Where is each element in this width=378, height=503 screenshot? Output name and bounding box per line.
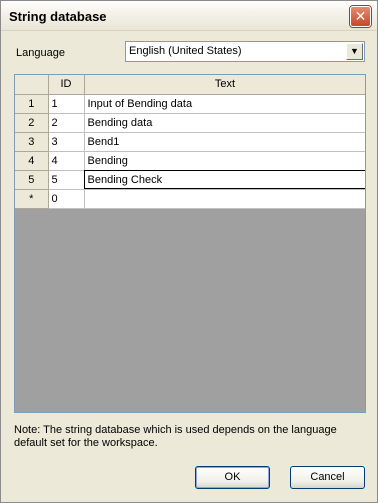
corner-header[interactable] [15, 75, 49, 95]
id-cell[interactable]: 1 [48, 94, 85, 114]
text-cell[interactable]: Bend1 [84, 132, 365, 152]
row-header[interactable]: 3 [15, 132, 49, 152]
column-header-id[interactable]: ID [48, 75, 85, 95]
table-row-active[interactable]: 5 5 Bending Check [15, 170, 365, 190]
title-bar[interactable]: String database ✕ [1, 1, 377, 31]
id-cell[interactable]: 4 [48, 151, 85, 171]
text-cell-editing[interactable]: Bending Check [84, 170, 365, 190]
table-row[interactable]: 2 2 Bending data [15, 113, 365, 133]
id-cell[interactable]: 0 [48, 189, 85, 209]
text-cell[interactable]: Input of Bending data [84, 94, 365, 114]
column-header-text[interactable]: Text [84, 75, 365, 95]
row-header[interactable]: 2 [15, 113, 49, 133]
row-header[interactable]: 4 [15, 151, 49, 171]
language-label: Language [16, 47, 65, 59]
id-cell[interactable]: 2 [48, 113, 85, 133]
string-database-dialog: String database ✕ Language English (Unit… [0, 0, 378, 503]
close-icon: ✕ [354, 8, 367, 24]
close-button[interactable]: ✕ [350, 6, 371, 27]
ok-button[interactable]: OK [195, 466, 270, 489]
language-select[interactable]: English (United States) ▼ [125, 41, 365, 62]
note-text: Note: The string database which is used … [14, 424, 337, 449]
window-title: String database [9, 9, 107, 24]
id-cell[interactable]: 3 [48, 132, 85, 152]
text-cell[interactable]: Bending data [84, 113, 365, 133]
table-row[interactable]: 4 4 Bending [15, 151, 365, 171]
table-row[interactable]: 1 1 Input of Bending data [15, 94, 365, 114]
language-dropdown-button[interactable]: ▼ [346, 43, 363, 60]
text-cell[interactable]: Bending [84, 151, 365, 171]
string-table: ID Text 1 1 Input of Bending data 2 2 Be… [15, 75, 365, 209]
row-header[interactable]: 5 [15, 170, 49, 190]
table-header-row: ID Text [15, 75, 365, 95]
cancel-button[interactable]: Cancel [290, 466, 365, 489]
language-selected-value: English (United States) [129, 45, 242, 57]
table-row[interactable]: 3 3 Bend1 [15, 132, 365, 152]
row-header[interactable]: 1 [15, 94, 49, 114]
new-row[interactable]: * 0 [15, 189, 365, 209]
id-cell[interactable]: 5 [48, 170, 85, 190]
row-header[interactable]: * [15, 189, 49, 209]
chevron-down-icon: ▼ [350, 46, 359, 56]
string-grid[interactable]: ID Text 1 1 Input of Bending data 2 2 Be… [14, 74, 366, 413]
text-cell[interactable] [84, 189, 365, 209]
